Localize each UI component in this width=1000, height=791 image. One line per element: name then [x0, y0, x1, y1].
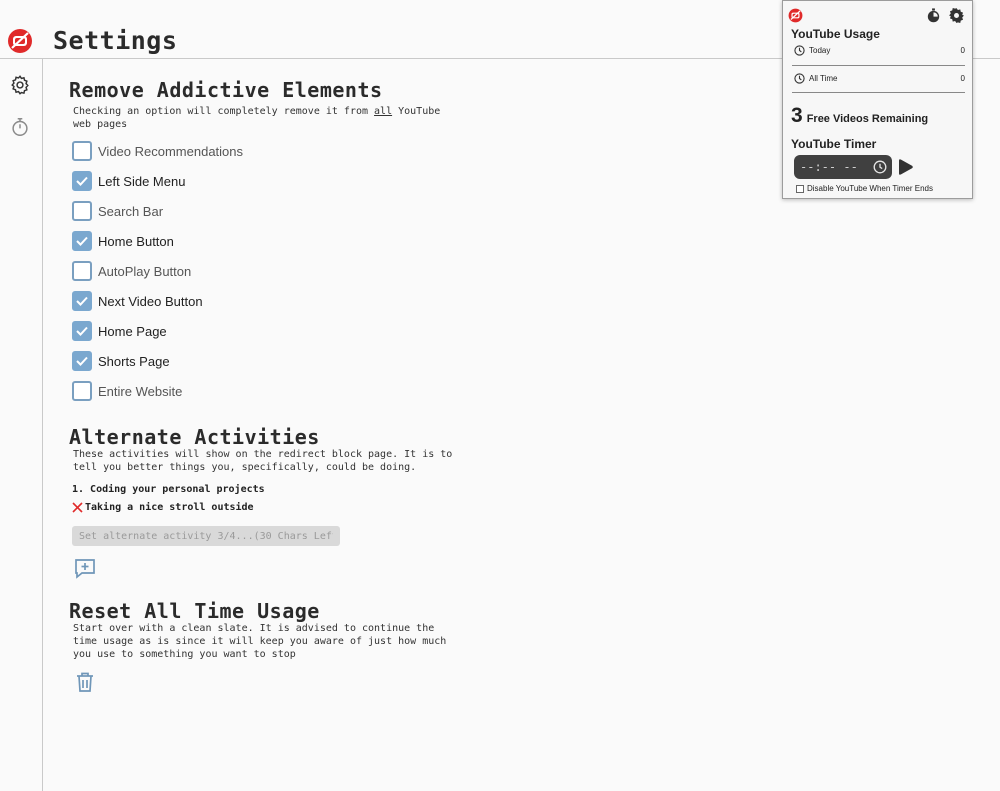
option-checkbox[interactable] — [72, 291, 92, 311]
remove-section-title: Remove Addictive Elements — [69, 78, 383, 102]
play-icon[interactable] — [897, 158, 914, 176]
stopwatch-icon[interactable] — [925, 7, 942, 24]
option-label: Video Recommendations — [98, 143, 244, 159]
remove-desc-emphasis: all — [374, 106, 393, 117]
remove-section-desc: Checking an option will completely remov… — [73, 105, 453, 131]
alternate-section-title: Alternate Activities — [69, 425, 320, 449]
divider — [792, 92, 965, 93]
option-label: Next Video Button — [98, 293, 203, 309]
reset-section-title: Reset All Time Usage — [69, 599, 320, 623]
free-videos-remaining: 3 Free Videos Remaining — [791, 104, 928, 128]
remove-option[interactable]: Left Side Menu — [72, 171, 185, 191]
clock-icon — [794, 73, 805, 84]
option-label: AutoPlay Button — [98, 263, 192, 279]
remove-option[interactable]: AutoPlay Button — [72, 261, 191, 281]
option-label: Entire Website — [98, 383, 183, 399]
option-label: Home Page — [98, 323, 167, 339]
page-title: Settings — [53, 26, 178, 55]
check-icon — [76, 296, 88, 306]
usage-label: All Time — [809, 74, 838, 83]
divider — [792, 65, 965, 66]
remove-option[interactable]: Home Button — [72, 231, 174, 251]
free-videos-label: Free Videos Remaining — [806, 113, 929, 125]
add-activity-icon[interactable] — [74, 557, 96, 579]
logo-icon — [8, 29, 32, 53]
usage-value: 0 — [960, 74, 965, 83]
remove-desc-text: Checking an option will completely remov… — [73, 106, 375, 117]
remove-option[interactable]: Search Bar — [72, 201, 163, 221]
check-icon — [76, 176, 88, 186]
remove-option[interactable]: Video Recommendations — [72, 141, 243, 161]
gear-icon[interactable] — [948, 7, 965, 24]
alternate-activity-input[interactable] — [72, 526, 340, 546]
check-icon — [76, 236, 88, 246]
activity-item-text: Taking a nice stroll outside — [85, 502, 254, 513]
remove-option[interactable]: Entire Website — [72, 381, 182, 401]
remove-option[interactable]: Home Page — [72, 321, 167, 341]
sidebar — [0, 59, 43, 791]
usage-title: YouTube Usage — [791, 27, 880, 41]
option-checkbox[interactable] — [72, 381, 92, 401]
option-label: Shorts Page — [98, 353, 170, 369]
timer-title: YouTube Timer — [791, 137, 877, 151]
clock-icon — [794, 45, 805, 56]
usage-row-alltime: All Time 0 — [794, 73, 965, 84]
check-icon — [76, 326, 88, 336]
stopwatch-icon[interactable] — [9, 116, 31, 138]
option-label: Home Button — [98, 233, 174, 249]
delete-x-icon[interactable] — [72, 502, 83, 513]
remove-option[interactable]: Shorts Page — [72, 351, 170, 371]
disable-youtube-option[interactable]: Disable YouTube When Timer Ends — [796, 184, 933, 193]
option-label: Left Side Menu — [98, 173, 186, 189]
activity-item: 1. Coding your personal projects — [72, 484, 265, 495]
disable-youtube-checkbox[interactable] — [796, 184, 804, 193]
activity-item: Taking a nice stroll outside — [72, 502, 254, 513]
option-checkbox[interactable] — [72, 171, 92, 191]
alternate-section-desc: These activities will show on the redire… — [73, 449, 453, 473]
timer-display: --:-- -- — [800, 160, 858, 174]
extension-popup: YouTube Usage Today 0 All Time 0 3 Free … — [782, 0, 973, 199]
logo-icon — [788, 8, 803, 23]
usage-label: Today — [809, 46, 831, 55]
option-label: Search Bar — [98, 203, 164, 219]
timer-input[interactable]: --:-- -- — [794, 155, 892, 179]
option-checkbox[interactable] — [72, 351, 92, 371]
option-checkbox[interactable] — [72, 201, 92, 221]
disable-youtube-label: Disable YouTube When Timer Ends — [807, 184, 933, 193]
trash-icon[interactable] — [75, 671, 95, 693]
option-checkbox[interactable] — [72, 141, 92, 161]
option-checkbox[interactable] — [72, 231, 92, 251]
clock-icon[interactable] — [873, 160, 887, 174]
free-videos-count: 3 — [791, 104, 803, 127]
reset-section-desc: Start over with a clean slate. It is adv… — [73, 623, 447, 660]
gear-icon[interactable] — [9, 74, 31, 96]
option-checkbox[interactable] — [72, 321, 92, 341]
check-icon — [76, 356, 88, 366]
option-checkbox[interactable] — [72, 261, 92, 281]
usage-row-today: Today 0 — [794, 45, 965, 56]
usage-value: 0 — [960, 46, 965, 55]
remove-option[interactable]: Next Video Button — [72, 291, 203, 311]
